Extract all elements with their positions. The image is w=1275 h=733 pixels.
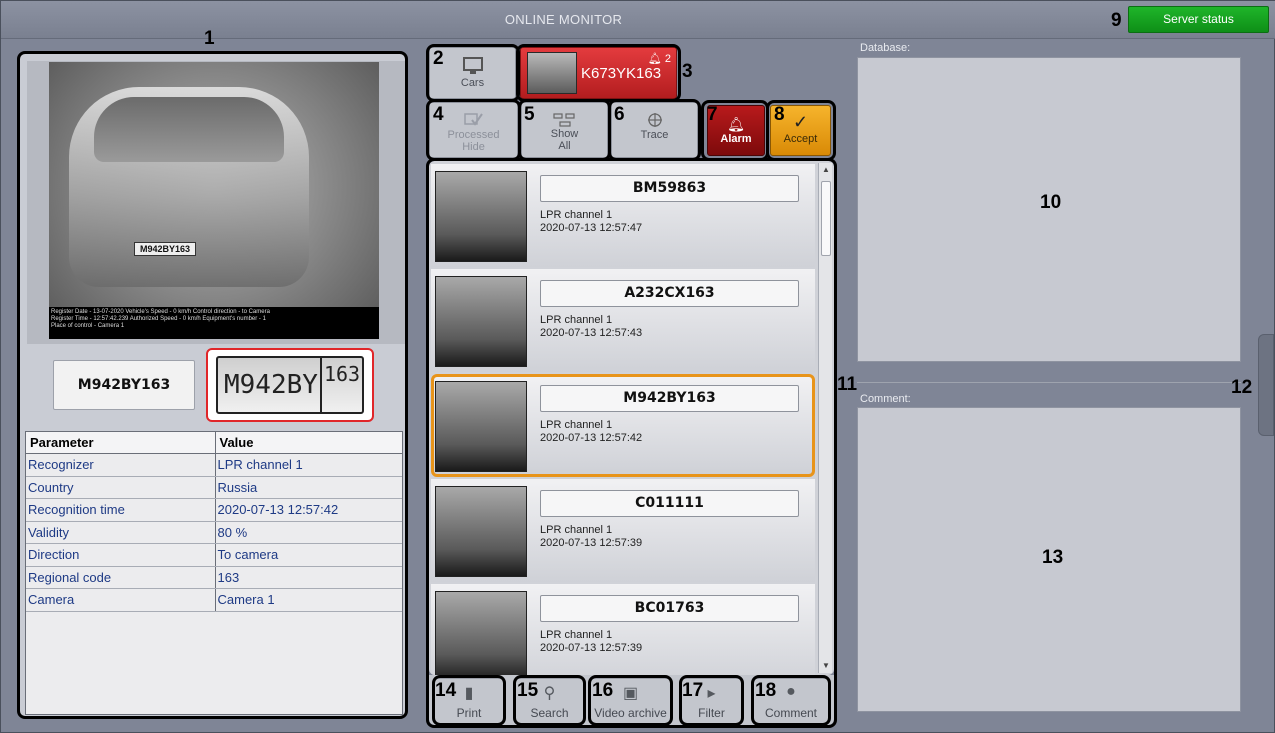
param-name: Regional code — [26, 566, 216, 589]
callout-number: 15 — [517, 680, 539, 701]
param-value: 2020-07-13 12:57:42 — [215, 498, 402, 522]
window-title: ONLINE MONITOR — [504, 12, 623, 27]
callout-number: 13 — [1042, 547, 1064, 568]
param-name: Country — [26, 476, 216, 499]
title-bar: ONLINE MONITOR Server status — [1, 1, 1275, 39]
callout-number: 1 — [204, 28, 215, 49]
callout-number: 4 — [433, 104, 444, 125]
callout-number: 7 — [707, 104, 718, 125]
param-value: 80 % — [215, 521, 402, 544]
plate-crop-number: M942BY — [224, 370, 318, 400]
plate-crop: M942BY 163 — [216, 356, 364, 414]
panel-splitter[interactable] — [857, 382, 1241, 383]
column-header-parameter: Parameter — [26, 432, 216, 454]
param-name: Recognizer — [26, 453, 216, 477]
recognition-details-panel: M942BY163 Register Date - 13-07-2020 Veh… — [17, 51, 408, 719]
callout-number: 8 — [774, 104, 785, 125]
callout-number: 2 — [433, 48, 444, 69]
callout-number: 11 — [837, 374, 858, 395]
table-row: Validity 80 % — [26, 521, 402, 544]
table-row: Recognition time 2020-07-13 12:57:42 — [26, 498, 402, 522]
overlay-line: Register Date - 13-07-2020 Vehicle's Spe… — [51, 309, 270, 315]
frame-overlay-text: Register Date - 13-07-2020 Vehicle's Spe… — [49, 307, 379, 339]
recognized-plate-text: M942BY163 — [53, 360, 195, 410]
car-windshield — [94, 97, 284, 162]
table-row: Recognizer LPR channel 1 — [26, 453, 402, 477]
table-row: Camera Camera 1 — [26, 588, 402, 612]
param-name: Camera — [26, 588, 216, 612]
callout-outline — [516, 44, 681, 102]
param-value: To camera — [215, 543, 402, 567]
callout-number: 12 — [1231, 377, 1253, 398]
callout-number: 6 — [614, 104, 625, 125]
comment-field-label: Comment: — [860, 393, 911, 405]
param-name: Validity — [26, 521, 216, 544]
callout-number: 17 — [682, 680, 704, 701]
param-value: Russia — [215, 476, 402, 499]
online-monitor-window: ONLINE MONITOR Server status M942BY163 R… — [0, 0, 1275, 733]
plate-crop-region: 163 — [320, 358, 362, 412]
recognition-frame-image: M942BY163 Register Date - 13-07-2020 Veh… — [49, 62, 379, 339]
side-panel-handle[interactable] — [1258, 334, 1274, 436]
param-value: 163 — [215, 566, 402, 589]
param-value: LPR channel 1 — [215, 453, 402, 477]
overlay-line: Register Time - 12:57:42.239 Authorized … — [51, 316, 266, 322]
server-status-button[interactable]: Server status — [1128, 6, 1269, 33]
table-row: Direction To camera — [26, 543, 402, 567]
callout-number: 3 — [682, 61, 693, 82]
param-value: Camera 1 — [215, 588, 402, 612]
callout-number: 9 — [1111, 10, 1122, 31]
parameters-table: Parameter Value Recognizer LPR channel 1 … — [25, 431, 403, 715]
frame-plate: M942BY163 — [134, 242, 196, 256]
callout-number: 14 — [435, 680, 457, 701]
table-row: Regional code 163 — [26, 566, 402, 589]
plate-crop-image: M942BY 163 — [206, 348, 374, 422]
database-label: Database: — [860, 42, 911, 54]
overlay-line: Place of control - Camera 1 — [51, 323, 125, 329]
param-name: Direction — [26, 543, 216, 567]
callout-number: 16 — [592, 680, 614, 701]
column-header-value: Value — [215, 432, 402, 454]
callout-outline — [426, 158, 837, 728]
callout-number: 18 — [755, 680, 777, 701]
table-row: Country Russia — [26, 476, 402, 499]
callout-number: 5 — [524, 104, 535, 125]
callout-number: 10 — [1040, 192, 1062, 213]
param-name: Recognition time — [26, 498, 216, 522]
